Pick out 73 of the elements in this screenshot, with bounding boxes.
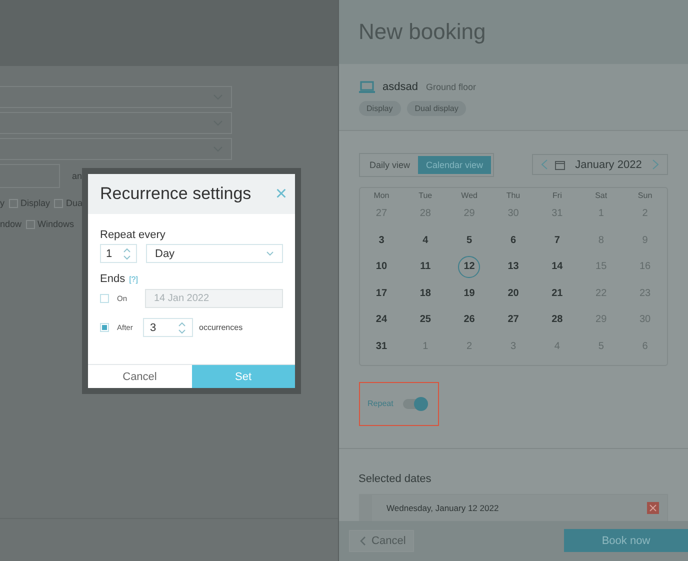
calendar-day[interactable]: 3 <box>370 229 392 252</box>
calendar-day[interactable]: 7 <box>546 229 568 252</box>
calendar-day[interactable]: 11 <box>414 256 436 278</box>
calendar-day[interactable]: 31 <box>370 335 392 358</box>
calendar-day[interactable]: 5 <box>458 229 480 252</box>
feature-label: Windows <box>38 219 74 229</box>
feature-label: Display <box>20 198 50 208</box>
interval-spinner[interactable]: 1 <box>100 244 137 263</box>
calendar-day[interactable]: 14 <box>546 256 568 278</box>
delete-icon[interactable] <box>647 502 659 514</box>
view-tab[interactable]: Daily view <box>362 156 418 174</box>
resource-name: asdsad <box>382 80 418 93</box>
weekday-label: Fri <box>552 190 563 201</box>
resource-location: Ground floor <box>426 82 476 92</box>
calendar-day[interactable]: 4 <box>414 229 436 252</box>
checkbox[interactable] <box>26 220 35 228</box>
stepper-icon <box>178 322 186 334</box>
feature-tag: Display <box>358 100 401 116</box>
calendar-day[interactable]: 25 <box>414 308 436 331</box>
calendar-icon <box>555 160 565 170</box>
weekday-label: Mon <box>372 190 390 201</box>
laptop-icon <box>358 80 375 93</box>
feature-label: Dua <box>66 198 83 208</box>
chevron-right-icon[interactable] <box>652 159 659 170</box>
month-label: January 2022 <box>574 158 643 171</box>
ends-label: Ends <box>100 273 126 285</box>
view-tab[interactable]: Calendar view <box>418 156 492 174</box>
book-now-button[interactable]: Book now <box>564 529 688 552</box>
chevron-down-icon <box>266 251 274 256</box>
weekday-label: Sat <box>594 190 608 201</box>
weekday-label: Tue <box>418 190 434 201</box>
help-link[interactable]: [?] <box>129 274 138 284</box>
calendar-day[interactable]: 6 <box>502 229 524 252</box>
section-title: Selected dates <box>358 472 432 485</box>
calendar-day[interactable]: 12 <box>458 256 480 278</box>
set-button[interactable]: Set <box>192 365 295 388</box>
calendar-day[interactable]: 20 <box>502 282 524 304</box>
calendar-day[interactable]: 18 <box>414 282 436 304</box>
repeat-label: Repeat <box>368 399 394 408</box>
chevron-left-icon <box>360 536 366 546</box>
calendar-day[interactable]: 19 <box>458 282 480 304</box>
feature-tag: Dual display <box>406 100 466 116</box>
feature-label: y <box>0 198 4 208</box>
dropdown-field[interactable] <box>0 138 232 160</box>
calendar-day[interactable]: 24 <box>370 308 392 331</box>
repeat-every-label: Repeat every <box>100 229 166 241</box>
weekday-label: Wed <box>460 190 478 201</box>
range-label: an <box>72 171 82 181</box>
dialog-title: Recurrence settings <box>100 184 252 204</box>
occurrences-label: occurrences <box>199 323 243 332</box>
calendar-day[interactable]: 13 <box>502 256 524 278</box>
dropdown-field[interactable] <box>0 112 232 134</box>
weekday-label: Thu <box>505 190 522 201</box>
feature-label: ndow <box>0 219 22 229</box>
close-button[interactable]: × <box>275 184 287 204</box>
checkbox[interactable] <box>8 198 18 208</box>
count-spinner[interactable]: 3 <box>143 318 193 337</box>
stepper-icon <box>123 248 131 260</box>
calendar-day[interactable]: 26 <box>458 308 480 331</box>
cancel-button[interactable]: Cancel <box>348 530 414 552</box>
selected-date: Wednesday, January 12 2022 <box>386 502 499 513</box>
calendar-day[interactable]: 17 <box>370 282 392 304</box>
calendar-day[interactable]: 27 <box>502 308 524 331</box>
repeat-toggle[interactable] <box>403 398 428 409</box>
end-date-field[interactable]: 14 Jan 2022 <box>145 289 283 308</box>
calendar-day[interactable]: 10 <box>370 256 392 278</box>
unit-dropdown[interactable]: Day <box>146 244 283 263</box>
checkbox[interactable] <box>54 198 64 208</box>
calendar-day[interactable]: 21 <box>546 282 568 304</box>
dropdown-field[interactable] <box>0 86 232 108</box>
chevron-left-icon[interactable] <box>541 159 548 170</box>
weekday-label: Sun <box>636 190 654 201</box>
calendar-day[interactable]: 28 <box>546 308 568 331</box>
